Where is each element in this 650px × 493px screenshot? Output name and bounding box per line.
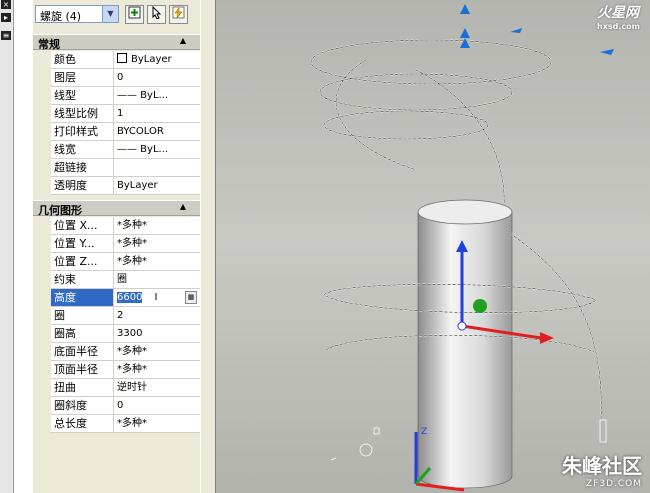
geometry-section-header[interactable]: 几何图形 ▲: [33, 200, 200, 217]
watermark-top-url: hxsd.com: [597, 22, 640, 31]
toggle-pickadd-icon[interactable]: [125, 5, 144, 24]
property-row-constraint[interactable]: 约束 圈: [33, 271, 200, 289]
section-title: 几何图形: [38, 204, 82, 217]
property-value[interactable]: 逆时针: [114, 379, 200, 397]
select-objects-icon[interactable]: [147, 5, 166, 24]
property-value[interactable]: 0: [114, 69, 200, 87]
property-value[interactable]: *多种*: [114, 217, 200, 235]
property-value[interactable]: —— ByL...: [114, 141, 200, 159]
property-name: 打印样式: [51, 123, 114, 141]
properties-toolbar: 螺旋 (4) ▼: [33, 0, 200, 32]
property-row-plot-style[interactable]: 打印样式 BYCOLOR: [33, 123, 200, 141]
drawing-viewport[interactable]: Z 火星网 hxsd.com 朱峰社区 ZF3D.COM: [216, 0, 650, 493]
property-name: 透明度: [51, 177, 114, 195]
close-palette-icon[interactable]: ×: [1, 0, 11, 9]
property-row-linetype-scale[interactable]: 线型比例 1: [33, 105, 200, 123]
watermark-top-text: 火星网: [597, 5, 640, 21]
properties-palette: 螺旋 (4) ▼ 常规 ▲ 颜色 ByLayer 图层 0 线型 —— ByL.…: [33, 0, 200, 493]
palette-menu-icon[interactable]: ≡: [1, 31, 11, 40]
property-row-twist[interactable]: 扭曲 逆时针: [33, 379, 200, 397]
property-value[interactable]: 1: [114, 105, 200, 123]
property-value[interactable]: 0: [114, 397, 200, 415]
height-edit-field[interactable]: 6600 Ⅰ ▦: [114, 289, 200, 307]
property-name: 位置 Z...: [51, 253, 114, 271]
property-row-turn-slope[interactable]: 圈斜度 0: [33, 397, 200, 415]
property-name: 超链接: [51, 159, 114, 177]
property-value[interactable]: *多种*: [114, 253, 200, 271]
property-row-turns[interactable]: 圈 2: [33, 307, 200, 325]
property-name: 圈: [51, 307, 114, 325]
object-type-value: 螺旋 (4): [40, 10, 82, 23]
property-row-turn-height[interactable]: 圈高 3300: [33, 325, 200, 343]
object-type-select[interactable]: 螺旋 (4) ▼: [35, 5, 119, 23]
property-name: 颜色: [51, 51, 114, 69]
property-name: 顶面半径: [51, 361, 114, 379]
property-row-position-z[interactable]: 位置 Z... *多种*: [33, 253, 200, 271]
quick-select-icon[interactable]: [169, 5, 188, 24]
property-row-total-length[interactable]: 总长度 *多种*: [33, 415, 200, 433]
color-value: ByLayer: [131, 54, 172, 65]
calculator-icon[interactable]: ▦: [185, 291, 197, 304]
viewport-canvas[interactable]: Z: [216, 0, 650, 493]
property-value[interactable]: BYCOLOR: [114, 123, 200, 141]
property-value[interactable]: ByLayer: [114, 51, 200, 69]
property-row-top-radius[interactable]: 顶面半径 *多种*: [33, 361, 200, 379]
property-row-position-y[interactable]: 位置 Y... *多种*: [33, 235, 200, 253]
general-section-header[interactable]: 常规 ▲: [33, 34, 200, 51]
helix-upper[interactable]: [310, 39, 552, 231]
property-value[interactable]: *多种*: [114, 361, 200, 379]
property-name: 总长度: [51, 415, 114, 433]
property-name: 约束: [51, 271, 114, 289]
property-name: 圈斜度: [51, 397, 114, 415]
height-value[interactable]: 6600: [117, 292, 143, 303]
property-name: 圈高: [51, 325, 114, 343]
palette-splitter[interactable]: [200, 0, 216, 493]
property-row-layer[interactable]: 图层 0: [33, 69, 200, 87]
watermark-bottom-text: 朱峰社区: [562, 454, 642, 478]
property-row-linetype[interactable]: 线型 —— ByL...: [33, 87, 200, 105]
collapse-icon[interactable]: ▲: [180, 202, 186, 211]
auto-hide-icon[interactable]: ▸: [1, 13, 11, 22]
palette-side-strip: × ▸ ≡: [0, 0, 14, 493]
property-row-position-x[interactable]: 位置 X... *多种*: [33, 217, 200, 235]
property-row-height[interactable]: 高度 6600 Ⅰ ▦: [33, 289, 200, 307]
section-title: 常规: [38, 38, 60, 51]
property-value[interactable]: *多种*: [114, 415, 200, 433]
property-value[interactable]: [114, 159, 200, 177]
property-row-hyperlink[interactable]: 超链接: [33, 159, 200, 177]
property-row-transparency[interactable]: 透明度 ByLayer: [33, 177, 200, 195]
property-name: 底面半径: [51, 343, 114, 361]
property-value[interactable]: 2: [114, 307, 200, 325]
property-value[interactable]: —— ByL...: [114, 87, 200, 105]
grip-arrows[interactable]: [460, 4, 614, 55]
property-value[interactable]: ByLayer: [114, 177, 200, 195]
property-name: 线型: [51, 87, 114, 105]
property-value[interactable]: *多种*: [114, 343, 200, 361]
svg-text:Z: Z: [421, 427, 427, 437]
property-name: 线型比例: [51, 105, 114, 123]
property-value[interactable]: *多种*: [114, 235, 200, 253]
text-cursor-icon: Ⅰ: [154, 292, 158, 303]
watermark-bottom: 朱峰社区 ZF3D.COM: [562, 450, 642, 489]
cylinder-solid[interactable]: [417, 199, 513, 489]
property-value[interactable]: 圈: [114, 271, 200, 289]
property-name: 位置 Y...: [51, 235, 114, 253]
property-row-base-radius[interactable]: 底面半径 *多种*: [33, 343, 200, 361]
property-name: 图层: [51, 69, 114, 87]
watermark-top: 火星网 hxsd.com: [597, 2, 640, 31]
property-row-color[interactable]: 颜色 ByLayer: [33, 51, 200, 69]
chevron-down-icon[interactable]: ▼: [102, 6, 118, 22]
property-name: 高度: [51, 289, 114, 307]
collapse-icon[interactable]: ▲: [180, 36, 186, 45]
property-name: 线宽: [51, 141, 114, 159]
color-swatch-icon: [117, 53, 127, 63]
palette-title-bar: [14, 0, 33, 493]
property-row-lineweight[interactable]: 线宽 —— ByL...: [33, 141, 200, 159]
property-name: 扭曲: [51, 379, 114, 397]
property-value[interactable]: 3300: [114, 325, 200, 343]
property-name: 位置 X...: [51, 217, 114, 235]
watermark-bottom-url: ZF3D.COM: [586, 479, 642, 489]
